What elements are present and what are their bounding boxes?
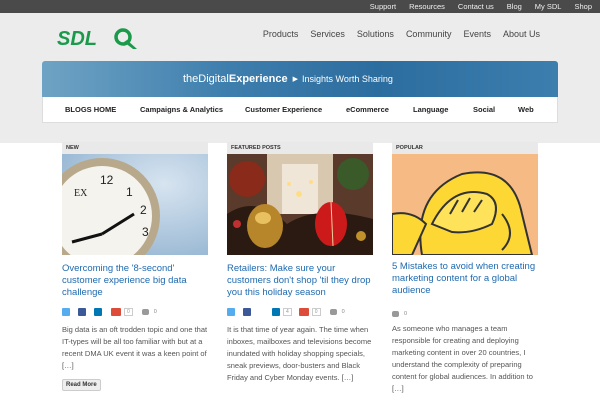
utility-link-contact[interactable]: Contact us: [458, 0, 494, 13]
main-nav: Products Services Solutions Community Ev…: [263, 28, 540, 40]
card-label: FEATURED POSTS: [227, 142, 373, 154]
comment-bubble-icon[interactable]: [141, 309, 149, 315]
cat-campaigns-analytics[interactable]: Campaigns & Analytics: [140, 105, 223, 114]
digital-experience-banner[interactable]: theDigitalExperience ▶ Insights Worth Shar…: [42, 61, 558, 97]
cat-ecommerce[interactable]: eCommerce: [346, 105, 389, 114]
banner-tagline: Insights Worth Sharing: [301, 74, 393, 84]
nav-about-us[interactable]: About Us: [503, 28, 540, 40]
svg-text:1: 1: [126, 185, 133, 199]
banner-title: theDigitalExperience ▶ Insights Worth Shar…: [183, 73, 393, 85]
cat-blogs-home[interactable]: BLOGS HOME: [65, 105, 116, 114]
social-share-bar: 0: [392, 309, 407, 319]
linkedin-icon[interactable]: [272, 308, 280, 316]
facebook-icon[interactable]: [78, 308, 86, 316]
nav-products[interactable]: Products: [263, 28, 299, 40]
utility-link-my-sdl[interactable]: My SDL: [535, 0, 562, 13]
svg-text:2: 2: [140, 203, 147, 217]
comment-bubble-icon[interactable]: [329, 309, 337, 315]
linkedin-icon[interactable]: [94, 308, 102, 316]
nav-solutions[interactable]: Solutions: [357, 28, 394, 40]
utility-link-support[interactable]: Support: [370, 0, 396, 13]
utility-links: Support Resources Contact us Blog My SDL…: [370, 0, 592, 13]
google-plus-count: 0: [124, 308, 133, 316]
post-title[interactable]: Retailers: Make sure your customers don'…: [227, 263, 373, 299]
comment-count: 0: [404, 311, 408, 317]
social-share-bar: 0 0: [62, 307, 157, 317]
post-title[interactable]: 5 Mistakes to avoid when creating market…: [392, 261, 542, 297]
comment-bubble-icon[interactable]: [392, 311, 399, 317]
nav-events[interactable]: Events: [463, 28, 491, 40]
utility-bar: Support Resources Contact us Blog My SDL…: [0, 0, 600, 13]
post-excerpt: It is that time of year again. The time …: [227, 325, 372, 382]
post-excerpt: As someone who manages a team responsibl…: [392, 324, 533, 393]
card-label: NEW: [62, 142, 208, 154]
post-thumbnail-facepalm[interactable]: [392, 154, 538, 255]
cat-web[interactable]: Web: [518, 105, 534, 114]
logo-text: SDL: [57, 28, 97, 49]
linkedin-count: 4: [283, 308, 292, 316]
twitter-icon[interactable]: [227, 308, 235, 316]
comment-count: 0: [153, 309, 157, 315]
card-label: POPULAR: [392, 142, 538, 154]
post-thumbnail-ornaments[interactable]: [227, 154, 373, 255]
google-plus-icon[interactable]: [111, 308, 121, 316]
cat-social[interactable]: Social: [473, 105, 495, 114]
utility-link-shop[interactable]: Shop: [574, 0, 592, 13]
nav-community[interactable]: Community: [406, 28, 452, 40]
sdl-logo[interactable]: SDL: [57, 27, 139, 49]
post-title[interactable]: Overcoming the '8-second' customer exper…: [62, 263, 208, 299]
comment-count: 0: [341, 309, 345, 315]
read-more-button[interactable]: Read More: [62, 379, 101, 391]
play-arrow-icon: ▶: [292, 76, 298, 83]
svg-text:12: 12: [100, 173, 114, 187]
svg-text:EX: EX: [74, 188, 88, 199]
cat-customer-experience[interactable]: Customer Experience: [245, 105, 322, 114]
social-share-bar: 4 0 0: [227, 307, 345, 317]
post-excerpt: Big data is an oft trodden topic and one…: [62, 325, 208, 370]
nav-services[interactable]: Services: [310, 28, 345, 40]
svg-text:3: 3: [142, 225, 149, 239]
category-nav: BLOGS HOME Campaigns & Analytics Custome…: [42, 97, 558, 123]
post-thumbnail-clock[interactable]: EX 12 1 2 3: [62, 154, 208, 255]
google-plus-count: 0: [311, 308, 321, 316]
facebook-icon[interactable]: [243, 308, 251, 316]
cat-language[interactable]: Language: [413, 105, 448, 114]
twitter-icon[interactable]: [62, 308, 70, 316]
google-plus-icon[interactable]: [298, 308, 309, 316]
utility-link-blog[interactable]: Blog: [507, 0, 522, 13]
utility-link-resources[interactable]: Resources: [409, 0, 445, 13]
